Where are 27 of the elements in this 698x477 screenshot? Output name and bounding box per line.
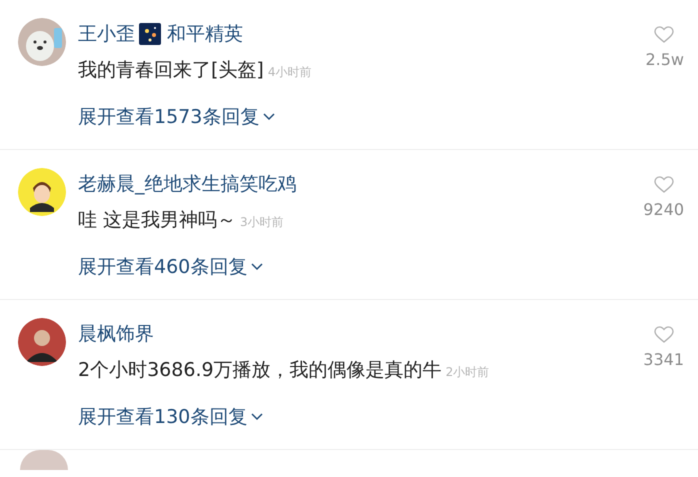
user-name[interactable]: 王小歪 [78,20,135,48]
avatar [20,450,68,470]
fireworks-icon [139,23,161,45]
comment-text: 我的青春回来了[头盔] [78,58,264,83]
like-count: 2.5w [645,49,684,71]
expand-replies-link[interactable]: 展开查看460条回复 [78,252,264,281]
chevron-down-icon [251,262,264,271]
timestamp: 3小时前 [240,214,284,231]
expand-replies-link[interactable]: 展开查看130条回复 [78,402,264,431]
bear-avatar-icon [18,18,66,66]
comment-text: 2个小时3686.9万播放，我的偶像是真的牛 [78,358,442,383]
like-count: 9240 [643,199,684,221]
like-count: 3341 [643,349,684,371]
expand-replies-link[interactable]: 展开查看1573条回复 [78,102,276,131]
heart-icon[interactable] [654,26,674,44]
comment-text: 哇 这是我男神吗～ [78,208,236,233]
game-tag: 和平精英 [167,20,243,48]
timestamp: 2小时前 [446,364,490,381]
user-name[interactable]: 晨枫饰界 [78,320,154,348]
chevron-down-icon [251,412,264,421]
heart-icon[interactable] [654,176,674,194]
timestamp: 4小时前 [268,64,312,81]
chevron-down-icon [263,112,276,121]
cartoon-avatar-icon [18,168,66,216]
person-silhouette-icon [18,318,66,366]
heart-icon[interactable] [654,326,674,344]
user-name[interactable]: 老赫晨_绝地求生搞笑吃鸡 [78,170,296,198]
